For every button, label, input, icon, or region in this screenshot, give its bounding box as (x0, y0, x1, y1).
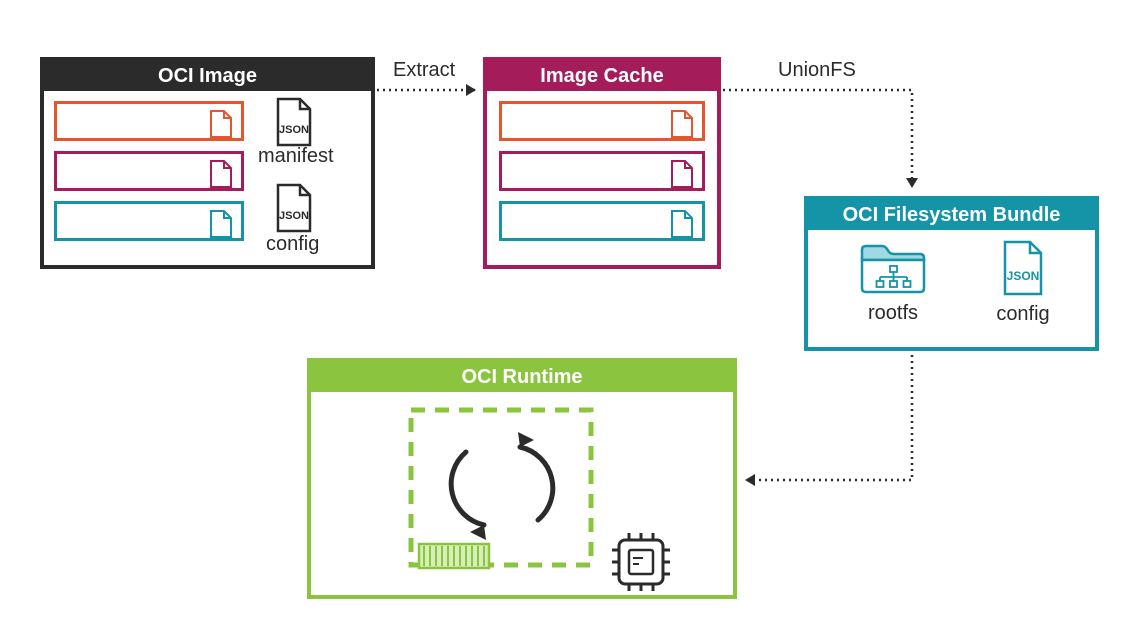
folder-tree-icon (858, 240, 928, 295)
json-file-icon: JSON (274, 183, 314, 238)
document-icon (209, 159, 233, 189)
json-file-icon: JSON (1000, 240, 1046, 296)
manifest-label: manifest (258, 145, 334, 168)
oci-image-box: OCI Image (40, 57, 375, 269)
rootfs-label: rootfs (838, 302, 948, 325)
document-icon (209, 209, 233, 239)
document-icon (670, 159, 694, 189)
document-icon (670, 209, 694, 239)
image-layer-2 (54, 151, 244, 191)
cpu-icon (612, 533, 670, 591)
cache-layer-1 (499, 101, 705, 141)
cache-layer-3 (499, 201, 705, 241)
runtime-box: OCI Runtime (307, 358, 737, 599)
fs-bundle-title: OCI Filesystem Bundle (808, 200, 1095, 230)
bundle-config-label: config (973, 303, 1073, 326)
oci-image-title: OCI Image (44, 61, 371, 91)
image-cache-box: Image Cache (483, 57, 721, 269)
diagram-stage: Extract UnionFS OCI Image (0, 0, 1137, 639)
svg-text:JSON: JSON (279, 124, 309, 136)
image-cache-title: Image Cache (487, 61, 717, 91)
json-file-icon: JSON (274, 97, 314, 152)
image-layer-1 (54, 101, 244, 141)
document-icon (209, 109, 233, 139)
svg-text:JSON: JSON (1007, 269, 1040, 283)
bundle-config-item: JSON config (973, 240, 1073, 326)
runtime-title: OCI Runtime (311, 362, 733, 392)
document-icon (670, 109, 694, 139)
image-layer-3 (54, 201, 244, 241)
svg-text:JSON: JSON (279, 210, 309, 222)
rootfs-item: rootfs (838, 240, 948, 325)
cache-layer-2 (499, 151, 705, 191)
fs-bundle-box: OCI Filesystem Bundle (804, 196, 1099, 351)
arrow-label-extract: Extract (393, 59, 455, 82)
arrow-label-unionfs: UnionFS (778, 59, 856, 82)
config-label: config (266, 233, 319, 256)
runtime-illustration (311, 392, 733, 597)
